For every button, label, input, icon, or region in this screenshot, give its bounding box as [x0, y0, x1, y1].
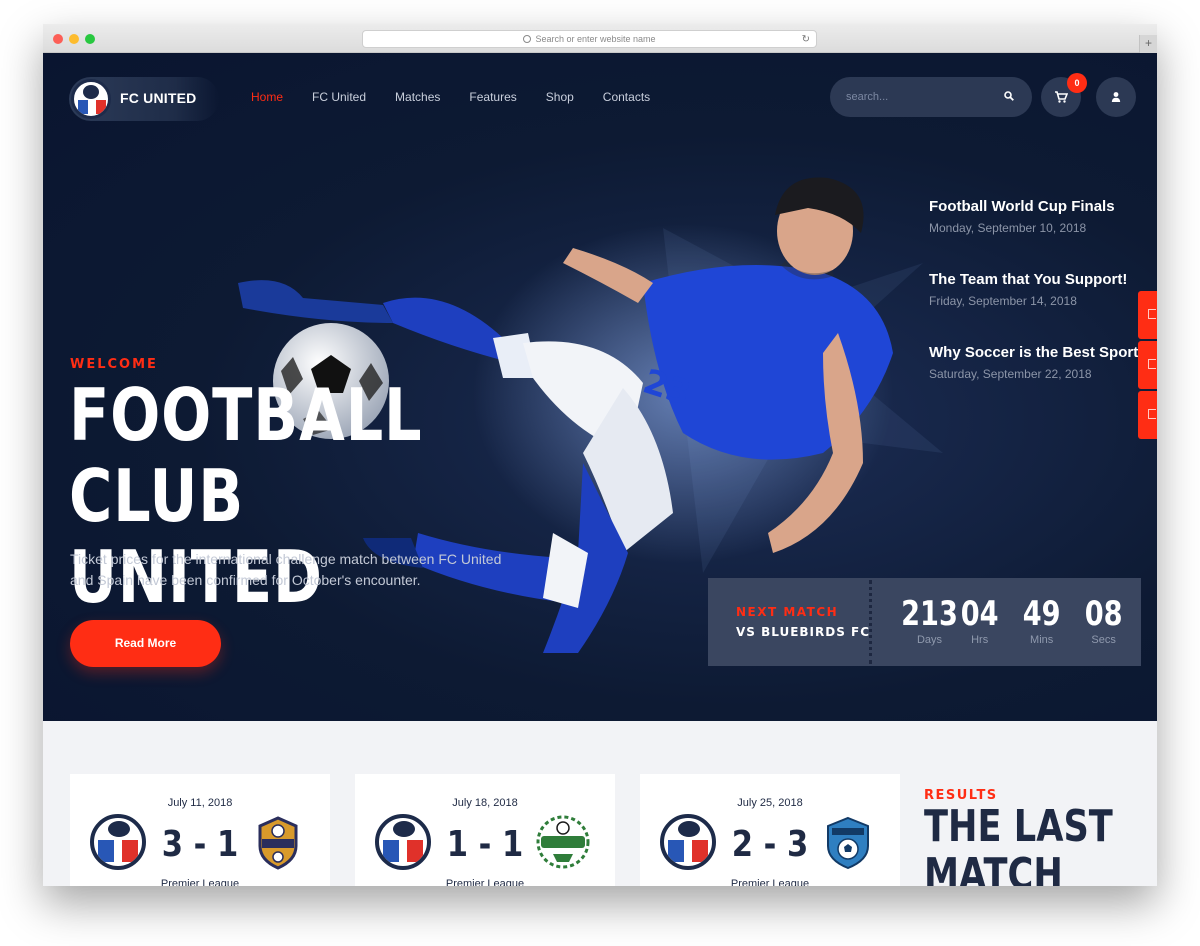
user-icon — [1111, 92, 1121, 102]
results-title: THE LAST MATCH — [924, 801, 1113, 887]
countdown-unit: Days — [916, 634, 943, 646]
news-title[interactable]: Football World Cup Finals — [929, 198, 1157, 215]
countdown-unit: Hrs — [971, 634, 989, 646]
browser-toolbar: Search or enter website name ↻ + — [43, 24, 1157, 53]
news-item[interactable]: Why Soccer is the Best Sport Saturday, S… — [929, 344, 1157, 381]
cart-count-badge: 0 — [1067, 73, 1087, 93]
gear-icon — [1148, 309, 1156, 319]
news-date: Saturday, September 22, 2018 — [929, 367, 1092, 381]
minimize-window-button[interactable] — [69, 34, 79, 44]
nav-fc-united[interactable]: FC United — [312, 90, 366, 104]
match-card[interactable]: July 11, 2018 3 - 1 Premier League — [70, 774, 330, 886]
football-club-blue-crest-icon — [827, 816, 869, 870]
news-title[interactable]: The Team that You Support! — [929, 271, 1157, 288]
hero-title-line-1: FOOTBALL CLUB — [69, 373, 423, 538]
news-title[interactable]: Why Soccer is the Best Sport — [929, 344, 1157, 361]
results-section: July 11, 2018 3 - 1 Premier League July … — [43, 721, 1157, 886]
address-bar[interactable]: Search or enter website name ↻ — [362, 30, 817, 48]
search-placeholder: search... — [846, 91, 889, 103]
next-match-label: NEXT MATCH — [736, 605, 839, 619]
hero-description-line-2: and Spain have been confirmed for Octobe… — [70, 572, 421, 588]
close-window-button[interactable] — [53, 34, 63, 44]
document-icon — [1148, 409, 1156, 419]
countdown-value: 49 — [1022, 594, 1061, 634]
match-card[interactable]: July 18, 2018 1 - 1 Premier League — [355, 774, 615, 886]
logo-text: FC UNITED — [120, 90, 197, 106]
countdown-seconds: 08 Secs — [1080, 596, 1127, 646]
hero-eyebrow: WELCOME — [70, 357, 158, 372]
side-toolbar — [1138, 291, 1157, 441]
countdown-unit: Mins — [1030, 634, 1054, 646]
match-league: Premier League — [160, 878, 240, 886]
news-item[interactable]: The Team that You Support! Friday, Septe… — [929, 271, 1157, 308]
new-tab-button[interactable]: + — [1139, 35, 1157, 53]
address-placeholder: Search or enter website name — [535, 34, 656, 44]
countdown-value: 213 — [901, 594, 958, 634]
countdown-days: 213 Days — [894, 596, 965, 646]
nav-contacts[interactable]: Contacts — [603, 90, 650, 104]
search-input[interactable]: search... — [830, 77, 1032, 117]
soccer-club-crest-icon — [258, 816, 298, 870]
side-tab-settings[interactable] — [1138, 291, 1157, 339]
zoom-window-button[interactable] — [85, 34, 95, 44]
countdown-value: 04 — [960, 594, 999, 634]
soccer-club-green-crest-icon — [536, 815, 590, 869]
news-date: Monday, September 10, 2018 — [929, 221, 1087, 235]
match-date: July 18, 2018 — [452, 797, 518, 809]
match-date: July 11, 2018 — [167, 797, 233, 809]
layout-icon — [1148, 359, 1156, 369]
nav-shop[interactable]: Shop — [546, 90, 574, 104]
hero-description-line-1: Ticket prices for the international chal… — [70, 551, 502, 567]
next-match-opponent: VS BLUEBIRDS FC — [736, 625, 871, 639]
search-icon[interactable] — [1004, 91, 1014, 101]
search-icon — [523, 35, 532, 43]
match-card[interactable]: July 25, 2018 2 - 3 Premier League — [640, 774, 900, 886]
match-date: July 25, 2018 — [737, 797, 803, 809]
nav-matches[interactable]: Matches — [395, 90, 440, 104]
hero-section: 23 FC UNITED Home FC United Matches Feat… — [43, 53, 1157, 721]
news-list: Football World Cup Finals Monday, Septem… — [929, 198, 1157, 417]
nav-features[interactable]: Features — [469, 90, 516, 104]
next-match-panel: NEXT MATCH VS BLUEBIRDS FC 213 Days 04 H… — [708, 578, 1141, 666]
divider — [869, 580, 872, 664]
reload-icon[interactable]: ↻ — [802, 32, 810, 48]
cart-icon — [1055, 91, 1068, 103]
main-nav: Home FC United Matches Features Shop Con… — [251, 90, 679, 104]
side-tab-layout[interactable] — [1138, 341, 1157, 389]
countdown-unit: Secs — [1091, 634, 1116, 646]
match-league: Premier League — [445, 878, 525, 886]
site-logo[interactable]: FC UNITED — [69, 77, 219, 121]
countdown-minutes: 49 Mins — [1018, 596, 1065, 646]
countdown-value: 08 — [1084, 594, 1123, 634]
nav-home[interactable]: Home — [251, 90, 283, 104]
user-button[interactable] — [1096, 77, 1136, 117]
hero-description: Ticket prices for the international chal… — [70, 549, 540, 591]
news-item[interactable]: Football World Cup Finals Monday, Septem… — [929, 198, 1157, 235]
read-more-button[interactable]: Read More — [70, 620, 221, 667]
browser-window: Search or enter website name ↻ + 23 FC U… — [43, 24, 1157, 886]
countdown-hours: 04 Hrs — [956, 596, 1003, 646]
news-date: Friday, September 14, 2018 — [929, 294, 1077, 308]
match-league: Premier League — [730, 878, 810, 886]
club-crest-icon — [71, 79, 111, 119]
side-tab-docs[interactable] — [1138, 391, 1157, 439]
